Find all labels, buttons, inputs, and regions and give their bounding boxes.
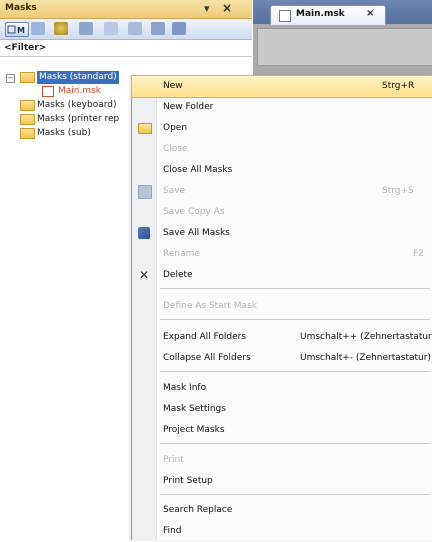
menu-item-shortcut: Strg+S	[382, 186, 414, 196]
menu-item-label: Expand All Folders	[163, 332, 247, 342]
tab-label: Main.msk	[296, 9, 345, 19]
menu-item-label: Print Setup	[163, 476, 213, 486]
more-icon[interactable]	[172, 22, 186, 35]
menu-item-label: New	[163, 81, 183, 91]
panel-title-bar: Masks ▾ ×	[0, 0, 252, 19]
tree-item-label: Masks (keyboard)	[37, 100, 117, 110]
grid-icon[interactable]	[128, 22, 142, 35]
document-tab-bar: Main.msk ×	[253, 0, 432, 25]
collapse-icon[interactable]: −	[6, 74, 15, 83]
pin-icon[interactable]: ▾	[204, 2, 210, 15]
menu-item-save: Save Strg+S	[132, 181, 432, 202]
list-icon[interactable]	[31, 22, 45, 35]
menu-item-label: Define As Start Mask	[163, 301, 257, 311]
tree-item-label: Main.msk	[58, 86, 102, 96]
tab-close-button[interactable]: ×	[366, 8, 374, 19]
svg-text:M: M	[17, 26, 25, 35]
panel-title: Masks	[5, 3, 37, 13]
menu-item-print: Print	[132, 450, 432, 471]
menu-item-project-masks[interactable]: Project Masks	[132, 420, 432, 441]
menu-item-label: Save All Masks	[163, 228, 230, 238]
save-icon	[138, 185, 152, 199]
menu-item-save-copy-as: Save Copy As	[132, 202, 432, 223]
save-all-icon	[138, 227, 150, 239]
tree-item-label: Masks (printer rep	[37, 114, 120, 124]
menu-separator	[160, 288, 430, 289]
menu-item-search-replace[interactable]: Search Replace	[132, 500, 432, 521]
menu-item-label: Project Masks	[163, 425, 225, 435]
tree-item-label: Masks (sub)	[37, 128, 91, 138]
menu-item-new[interactable]: New Strg+R	[131, 75, 432, 98]
menu-item-label: Save Copy As	[163, 207, 225, 217]
menu-item-print-setup[interactable]: Print Setup	[132, 471, 432, 492]
document-icon	[279, 10, 291, 22]
tab-main-msk[interactable]: Main.msk ×	[270, 5, 386, 25]
filter-field[interactable]: <Filter>	[4, 43, 46, 53]
menu-item-rename: Rename F2	[132, 244, 432, 265]
panel-toolbar: M	[0, 19, 252, 40]
menu-item-label: Save	[163, 186, 186, 196]
panel-close-button[interactable]: ×	[222, 1, 232, 15]
menu-item-mask-info[interactable]: Mask Info	[132, 378, 432, 399]
menu-item-collapse-all-folders[interactable]: Collapse All Folders Umschalt+- (Zehnert…	[132, 348, 432, 369]
folder-icon	[20, 100, 35, 111]
menu-item-define-as-start-mask: Define As Start Mask	[132, 296, 432, 317]
menu-item-label: Close All Masks	[163, 165, 233, 175]
menu-item-label: Delete	[163, 270, 193, 280]
open-folder-icon	[138, 123, 152, 134]
menu-item-label: Open	[163, 123, 188, 133]
move-icon[interactable]	[79, 22, 93, 35]
folder-icon	[20, 114, 35, 125]
masks-view-icon[interactable]: M	[5, 22, 29, 37]
divider	[0, 56, 252, 57]
menu-separator	[160, 319, 430, 320]
menu-item-shortcut: Umschalt+- (Zehnertastatur)	[300, 353, 431, 363]
menu-item-delete[interactable]: ✕ Delete	[132, 265, 432, 286]
menu-item-save-all-masks[interactable]: Save All Masks	[132, 223, 432, 244]
menu-item-close-all-masks[interactable]: Close All Masks	[132, 160, 432, 181]
menu-separator	[160, 443, 430, 444]
menu-separator	[160, 371, 430, 372]
view-icon[interactable]	[104, 22, 118, 35]
menu-item-label: Search Replace	[163, 505, 233, 515]
menu-item-shortcut: Strg+R	[382, 81, 415, 91]
tree-item-label: Masks (standard)	[37, 71, 119, 84]
settings-icon[interactable]	[54, 22, 68, 35]
menu-item-label: Print	[163, 455, 184, 465]
menu-item-shortcut: F2	[413, 249, 424, 259]
document-canvas[interactable]	[257, 28, 432, 66]
context-menu: New Strg+R New Folder Open Close Close A…	[131, 75, 432, 540]
menu-item-label: Mask Settings	[163, 404, 226, 414]
menu-separator	[160, 494, 430, 495]
menu-item-label: New Folder	[163, 102, 214, 112]
menu-item-label: Rename	[163, 249, 200, 259]
menu-item-label: Collapse All Folders	[163, 353, 251, 363]
menu-item-label: Find	[163, 526, 182, 536]
menu-item-new-folder[interactable]: New Folder	[132, 97, 432, 118]
link-icon[interactable]	[151, 22, 165, 35]
folder-icon	[20, 72, 35, 83]
menu-item-mask-settings[interactable]: Mask Settings	[132, 399, 432, 420]
folder-icon	[20, 128, 35, 139]
mask-file-icon	[42, 86, 54, 97]
menu-item-label: Close	[163, 144, 188, 154]
menu-item-shortcut: Umschalt++ (Zehnertastatur)	[300, 332, 432, 342]
delete-icon: ✕	[138, 268, 150, 282]
menu-item-open[interactable]: Open	[132, 118, 432, 139]
menu-item-close: Close	[132, 139, 432, 160]
menu-item-expand-all-folders[interactable]: Expand All Folders Umschalt++ (Zehnertas…	[132, 327, 432, 348]
menu-item-label: Mask Info	[163, 383, 207, 393]
